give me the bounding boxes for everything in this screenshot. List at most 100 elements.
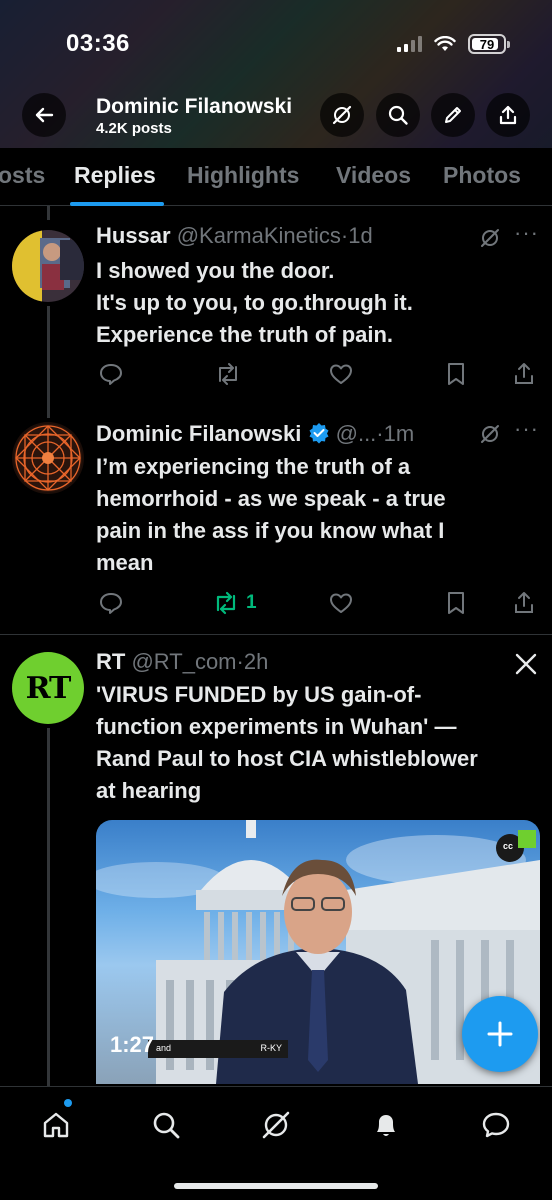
back-button[interactable]: [22, 93, 66, 137]
home-indicator: [174, 1183, 378, 1189]
author-handle[interactable]: @KarmaKinetics: [177, 223, 341, 248]
avatar-image: [12, 230, 84, 302]
tweet-header: RT @RT_com·2h: [96, 649, 268, 675]
nav-grok[interactable]: [256, 1105, 296, 1145]
grok-icon: [262, 1111, 290, 1139]
share-icon: [515, 592, 533, 613]
nav-notifications[interactable]: [366, 1105, 406, 1145]
author-name[interactable]: Hussar: [96, 223, 171, 248]
search-icon: [153, 1112, 180, 1139]
edit-profile-button[interactable]: [431, 93, 475, 137]
status-time: 03:36: [66, 30, 130, 57]
tweet-line: I’m experiencing the truth of a: [96, 454, 411, 479]
more-options-icon[interactable]: ···: [514, 220, 539, 246]
tweet-line: pain in the ass if you know what I: [96, 518, 445, 543]
lower-third-left: and: [156, 1043, 172, 1053]
grok-icon: [332, 105, 352, 125]
bookmark-button[interactable]: [444, 361, 468, 387]
tab-videos[interactable]: Videos: [336, 162, 411, 189]
message-icon: [482, 1112, 510, 1138]
repost-icon: [219, 363, 237, 385]
tweet-header: Dominic Filanowski @...·1m: [96, 421, 414, 447]
like-button[interactable]: [328, 361, 354, 387]
verified-badge-icon: [309, 423, 328, 444]
notification-dot: [64, 1099, 72, 1107]
repost-button[interactable]: 1: [212, 590, 257, 616]
tweet-text: 'VIRUS FUNDED by US gain-of- function ex…: [96, 679, 478, 807]
thread-line: [47, 206, 50, 220]
x-logo-icon: [515, 653, 537, 675]
video-lower-third: and R-KY: [148, 1040, 288, 1058]
bell-icon: [377, 1115, 395, 1136]
grok-button[interactable]: [320, 93, 364, 137]
tab-replies[interactable]: Replies: [74, 162, 156, 189]
signal-icon: [397, 36, 422, 52]
bookmark-icon: [448, 363, 464, 385]
bookmark-button[interactable]: [444, 590, 468, 616]
rt-logo: RT: [25, 670, 72, 706]
author-name[interactable]: RT: [96, 649, 125, 674]
avatar-dominic[interactable]: [12, 422, 84, 494]
tweet-line: hemorrhoid - as we speak - a true: [96, 486, 446, 511]
wifi-icon: [434, 36, 456, 51]
tweet-line: 'VIRUS FUNDED by US gain-of-: [96, 682, 422, 707]
share-button[interactable]: [512, 361, 536, 387]
like-icon: [330, 364, 352, 384]
reply-button[interactable]: [98, 361, 124, 387]
profile-tabs: osts Replies Highlights Videos Photos: [0, 148, 552, 206]
thread-line: [47, 728, 50, 1086]
tweet-divider: [0, 634, 552, 635]
like-button[interactable]: [328, 590, 354, 616]
tweet-line: I showed you the door.: [96, 258, 335, 283]
bookmark-icon: [448, 592, 464, 614]
tweet-text: I showed you the door. It's up to you, t…: [96, 255, 413, 351]
nav-messages[interactable]: [476, 1105, 516, 1145]
tweet-line: It's up to you, to go.through it.: [96, 290, 413, 315]
search-icon: [388, 105, 408, 125]
tweet-actions: 1: [96, 590, 540, 620]
avatar-rt[interactable]: RT: [12, 652, 84, 724]
repost-button[interactable]: [214, 361, 242, 387]
share-icon: [515, 363, 533, 384]
bottom-nav: [0, 1086, 552, 1200]
repost-count: 1: [246, 592, 257, 613]
tweet-time: ·1m: [376, 421, 415, 446]
tweet-time: ·2h: [236, 649, 269, 674]
tweet-time: ·1d: [340, 223, 373, 248]
battery-icon: 79: [468, 34, 510, 54]
share-button[interactable]: [512, 590, 536, 616]
avatar-image: [12, 422, 84, 494]
tweet-line: function experiments in Wuhan' —: [96, 714, 457, 739]
avatar-hussar[interactable]: [12, 230, 84, 302]
author-handle[interactable]: @RT_com: [131, 649, 236, 674]
tweet-line: at hearing: [96, 778, 202, 803]
author-name[interactable]: Dominic Filanowski: [96, 421, 301, 446]
search-button[interactable]: [376, 93, 420, 137]
back-arrow-icon: [35, 107, 54, 123]
active-tab-indicator: [70, 202, 164, 206]
grok-icon[interactable]: [478, 226, 502, 250]
thread-line: [47, 306, 50, 418]
compose-button[interactable]: [462, 996, 538, 1072]
edit-pen-icon: [445, 107, 461, 123]
reply-button[interactable]: [98, 590, 124, 616]
repost-icon: [216, 591, 236, 615]
tweet-line: mean: [96, 550, 154, 575]
share-icon: [499, 105, 517, 125]
tab-photos[interactable]: Photos: [443, 162, 521, 189]
share-profile-button[interactable]: [486, 93, 530, 137]
tweet-line: Rand Paul to host CIA whistleblower: [96, 746, 478, 771]
nav-search[interactable]: [146, 1105, 186, 1145]
tweet-text: I’m experiencing the truth of a hemorrho…: [96, 451, 446, 579]
battery-level: 79: [479, 36, 495, 52]
author-handle[interactable]: @...: [336, 421, 377, 446]
nav-home[interactable]: [36, 1105, 76, 1145]
grok-icon[interactable]: [478, 422, 502, 446]
closed-captions-icon[interactable]: cc: [503, 841, 513, 851]
reply-icon: [100, 593, 122, 614]
more-options-icon[interactable]: ···: [514, 416, 539, 442]
tab-posts[interactable]: osts: [0, 162, 45, 189]
tab-highlights[interactable]: Highlights: [187, 162, 299, 189]
like-icon: [330, 593, 352, 613]
profile-name: Dominic Filanowski: [96, 95, 293, 118]
